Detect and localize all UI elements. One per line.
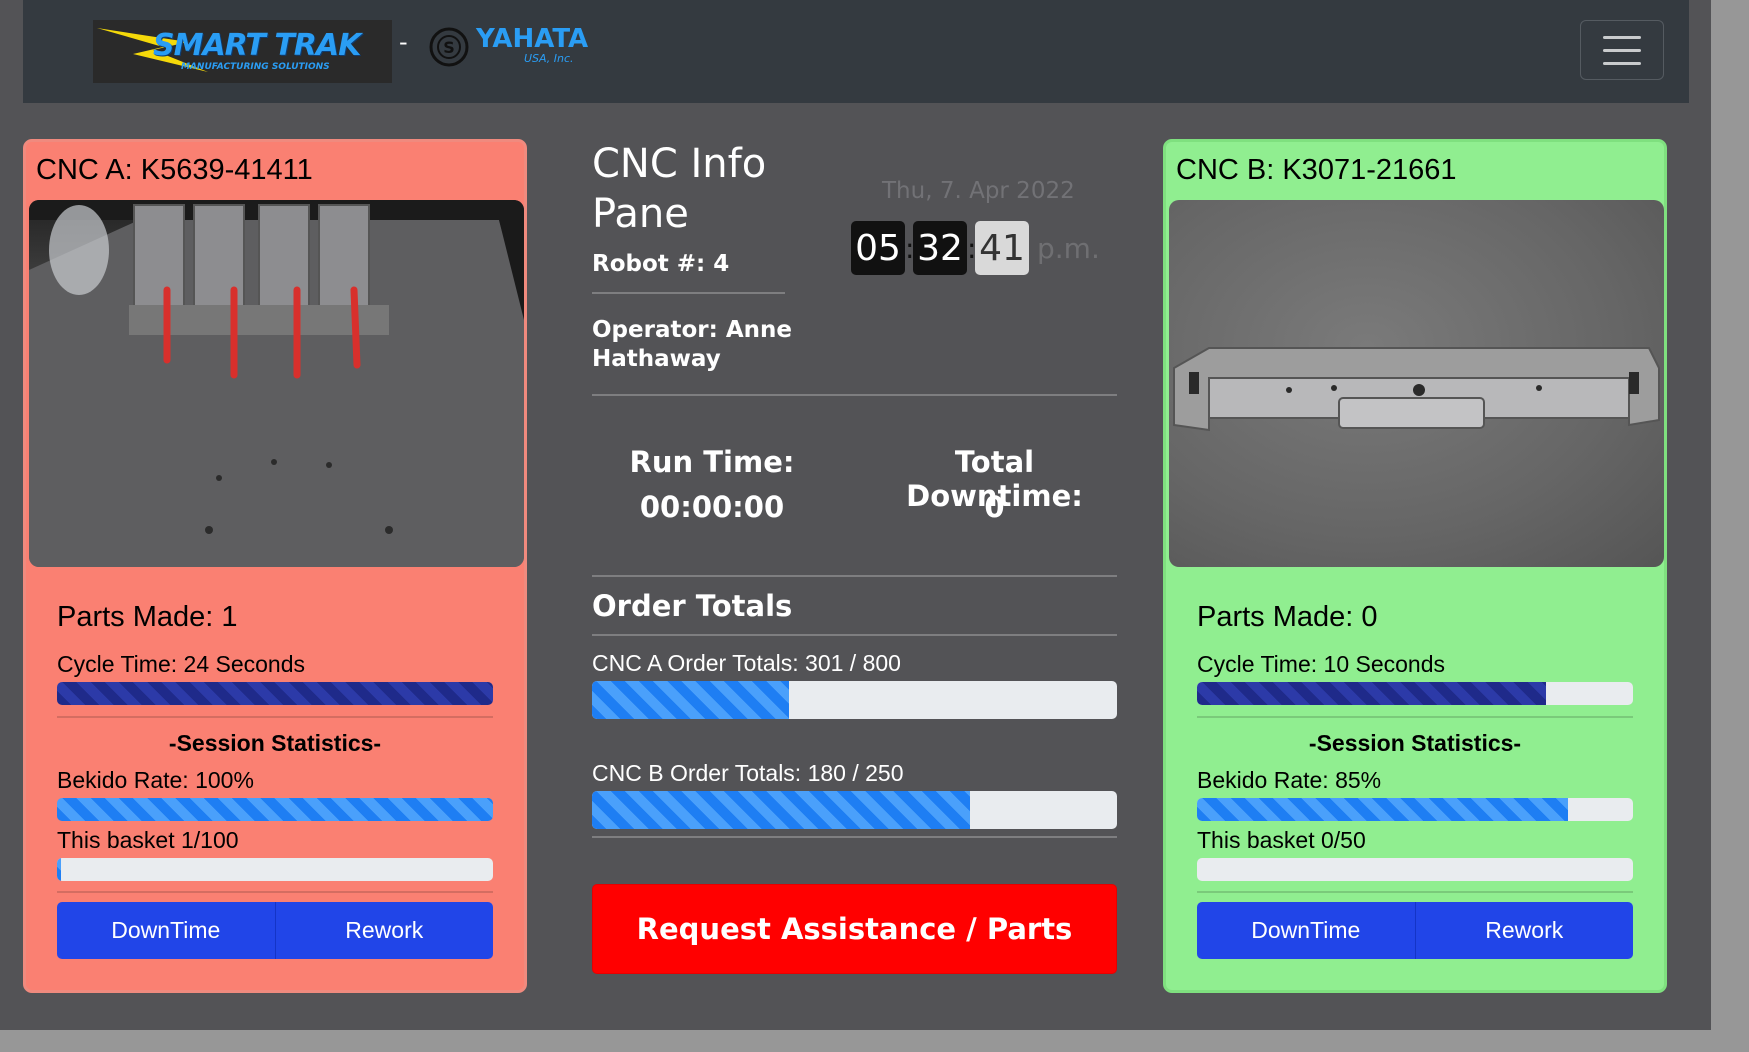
request-assistance-button[interactable]: Request Assistance / Parts [592,884,1117,974]
cnc-b-bekido-progress-fill [1197,798,1568,821]
cnc-b-parts-made: Parts Made: 0 [1197,601,1378,633]
cnc-a-order-progress-fill [592,681,790,719]
cnc-b-action-buttons: DownTime Rework [1197,902,1633,959]
top-navbar: SMART TRAK MANUFACTURING SOLUTIONS - S Y… [23,0,1689,103]
cnc-b-downtime-button[interactable]: DownTime [1197,902,1415,959]
cnc-b-bekido-progress [1197,798,1633,821]
cnc-b-order-progress-fill [592,791,970,829]
cnc-a-bekido-rate: Bekido Rate: 100% [57,767,254,793]
cnc-b-order-totals: CNC B Order Totals: 180 / 250 [592,760,904,786]
yahata-logo-text: YAHATA [476,24,589,54]
divider [592,292,785,294]
cnc-a-basket: This basket 1/100 [57,827,239,853]
divider [592,575,1117,577]
cnc-a-parts-made: Parts Made: 1 [57,601,238,633]
run-time-value: 00:00:00 [639,490,785,524]
cnc-a-cycle-progress [57,682,493,705]
cnc-a-cycle-progress-fill [57,682,493,705]
cnc-a-cycle-time: Cycle Time: 24 Seconds [57,651,306,677]
current-date: Thu, 7. Apr 2022 [882,178,1075,204]
cnc-b-cycle-progress [1197,682,1633,705]
hamburger-menu-icon [1603,36,1641,39]
total-downtime-value: 0 [984,490,1005,524]
cnc-fixture-illustration [29,200,524,567]
operator-name: Operator: Anne Hathaway [592,317,792,372]
divider [57,891,493,893]
digital-clock: 05 : 32 : 41 p.m. [851,221,1100,275]
cnc-a-downtime-button[interactable]: DownTime [57,902,275,959]
cnc-a-order-totals: CNC A Order Totals: 301 / 800 [592,650,901,676]
cnc-b-part-image [1169,200,1664,567]
cnc-b-title: CNC B: K3071-21661 [1176,154,1457,186]
cnc-b-basket: This basket 0/50 [1197,827,1366,853]
logo-separator: - [399,28,408,56]
clock-seconds: 41 [975,221,1029,275]
cnc-a-title: CNC A: K5639-41411 [36,154,313,186]
smart-trak-logo-text: SMART TRAK [153,28,361,63]
divider [592,836,1117,838]
divider [57,716,493,718]
cnc-b-order-progress [592,791,1117,829]
cnc-a-order-progress [592,681,1117,719]
cnc-b-cycle-time: Cycle Time: 10 Seconds [1197,651,1446,677]
cnc-a-action-buttons: DownTime Rework [57,902,493,959]
bracket-part-illustration [1173,347,1660,432]
yahata-emblem-icon: S [429,27,469,67]
clock-hours: 05 [851,221,905,275]
cnc-a-session-heading: -Session Statistics- [168,730,382,756]
smart-trak-logo[interactable]: SMART TRAK MANUFACTURING SOLUTIONS [93,20,392,83]
info-pane-title: CNC Info Pane [592,141,767,237]
hamburger-menu-button[interactable] [1580,20,1664,80]
smart-trak-logo-subtext: MANUFACTURING SOLUTIONS [181,62,330,72]
cnc-b-rework-button[interactable]: Rework [1414,902,1633,959]
divider [592,634,1117,636]
cnc-a-bekido-progress-fill [57,798,493,821]
divider [1197,891,1633,893]
cnc-a-basket-progress [57,858,493,881]
cnc-b-bekido-rate: Bekido Rate: 85% [1197,767,1382,793]
hamburger-line [1603,49,1641,52]
divider [1197,716,1633,718]
robot-number: Robot #: 4 [592,251,730,277]
page: SMART TRAK MANUFACTURING SOLUTIONS - S Y… [0,0,1711,1030]
cnc-a-part-image [29,200,524,567]
clock-ampm: p.m. [1037,231,1100,265]
hamburger-line [1603,62,1641,65]
run-time-label: Run Time: [629,445,795,479]
cnc-a-bekido-progress [57,798,493,821]
cnc-info-pane: CNC Info Pane Robot #: 4 Operator: Anne … [592,139,1117,999]
order-totals-heading: Order Totals [592,589,793,623]
cnc-b-card: CNC B: K3071-21661 Parts Made: 0 Cycle T… [1163,139,1667,993]
cnc-a-card: CNC A: K5639-41411 Parts Made: 1 Cycle T… [23,139,527,993]
cnc-a-rework-button[interactable]: Rework [274,902,493,959]
clock-colon: : [967,231,977,265]
yahata-logo[interactable]: S YAHATA USA, Inc. [428,22,588,70]
divider [592,394,1117,396]
clock-colon: : [905,231,915,265]
cnc-b-cycle-progress-fill [1197,682,1546,705]
yahata-logo-subtext: USA, Inc. [524,52,574,65]
cnc-b-session-heading: -Session Statistics- [1308,730,1522,756]
cnc-b-basket-progress [1197,858,1633,881]
svg-text:S: S [443,38,455,57]
clock-minutes: 32 [913,221,967,275]
cnc-a-basket-progress-fill [57,858,62,881]
